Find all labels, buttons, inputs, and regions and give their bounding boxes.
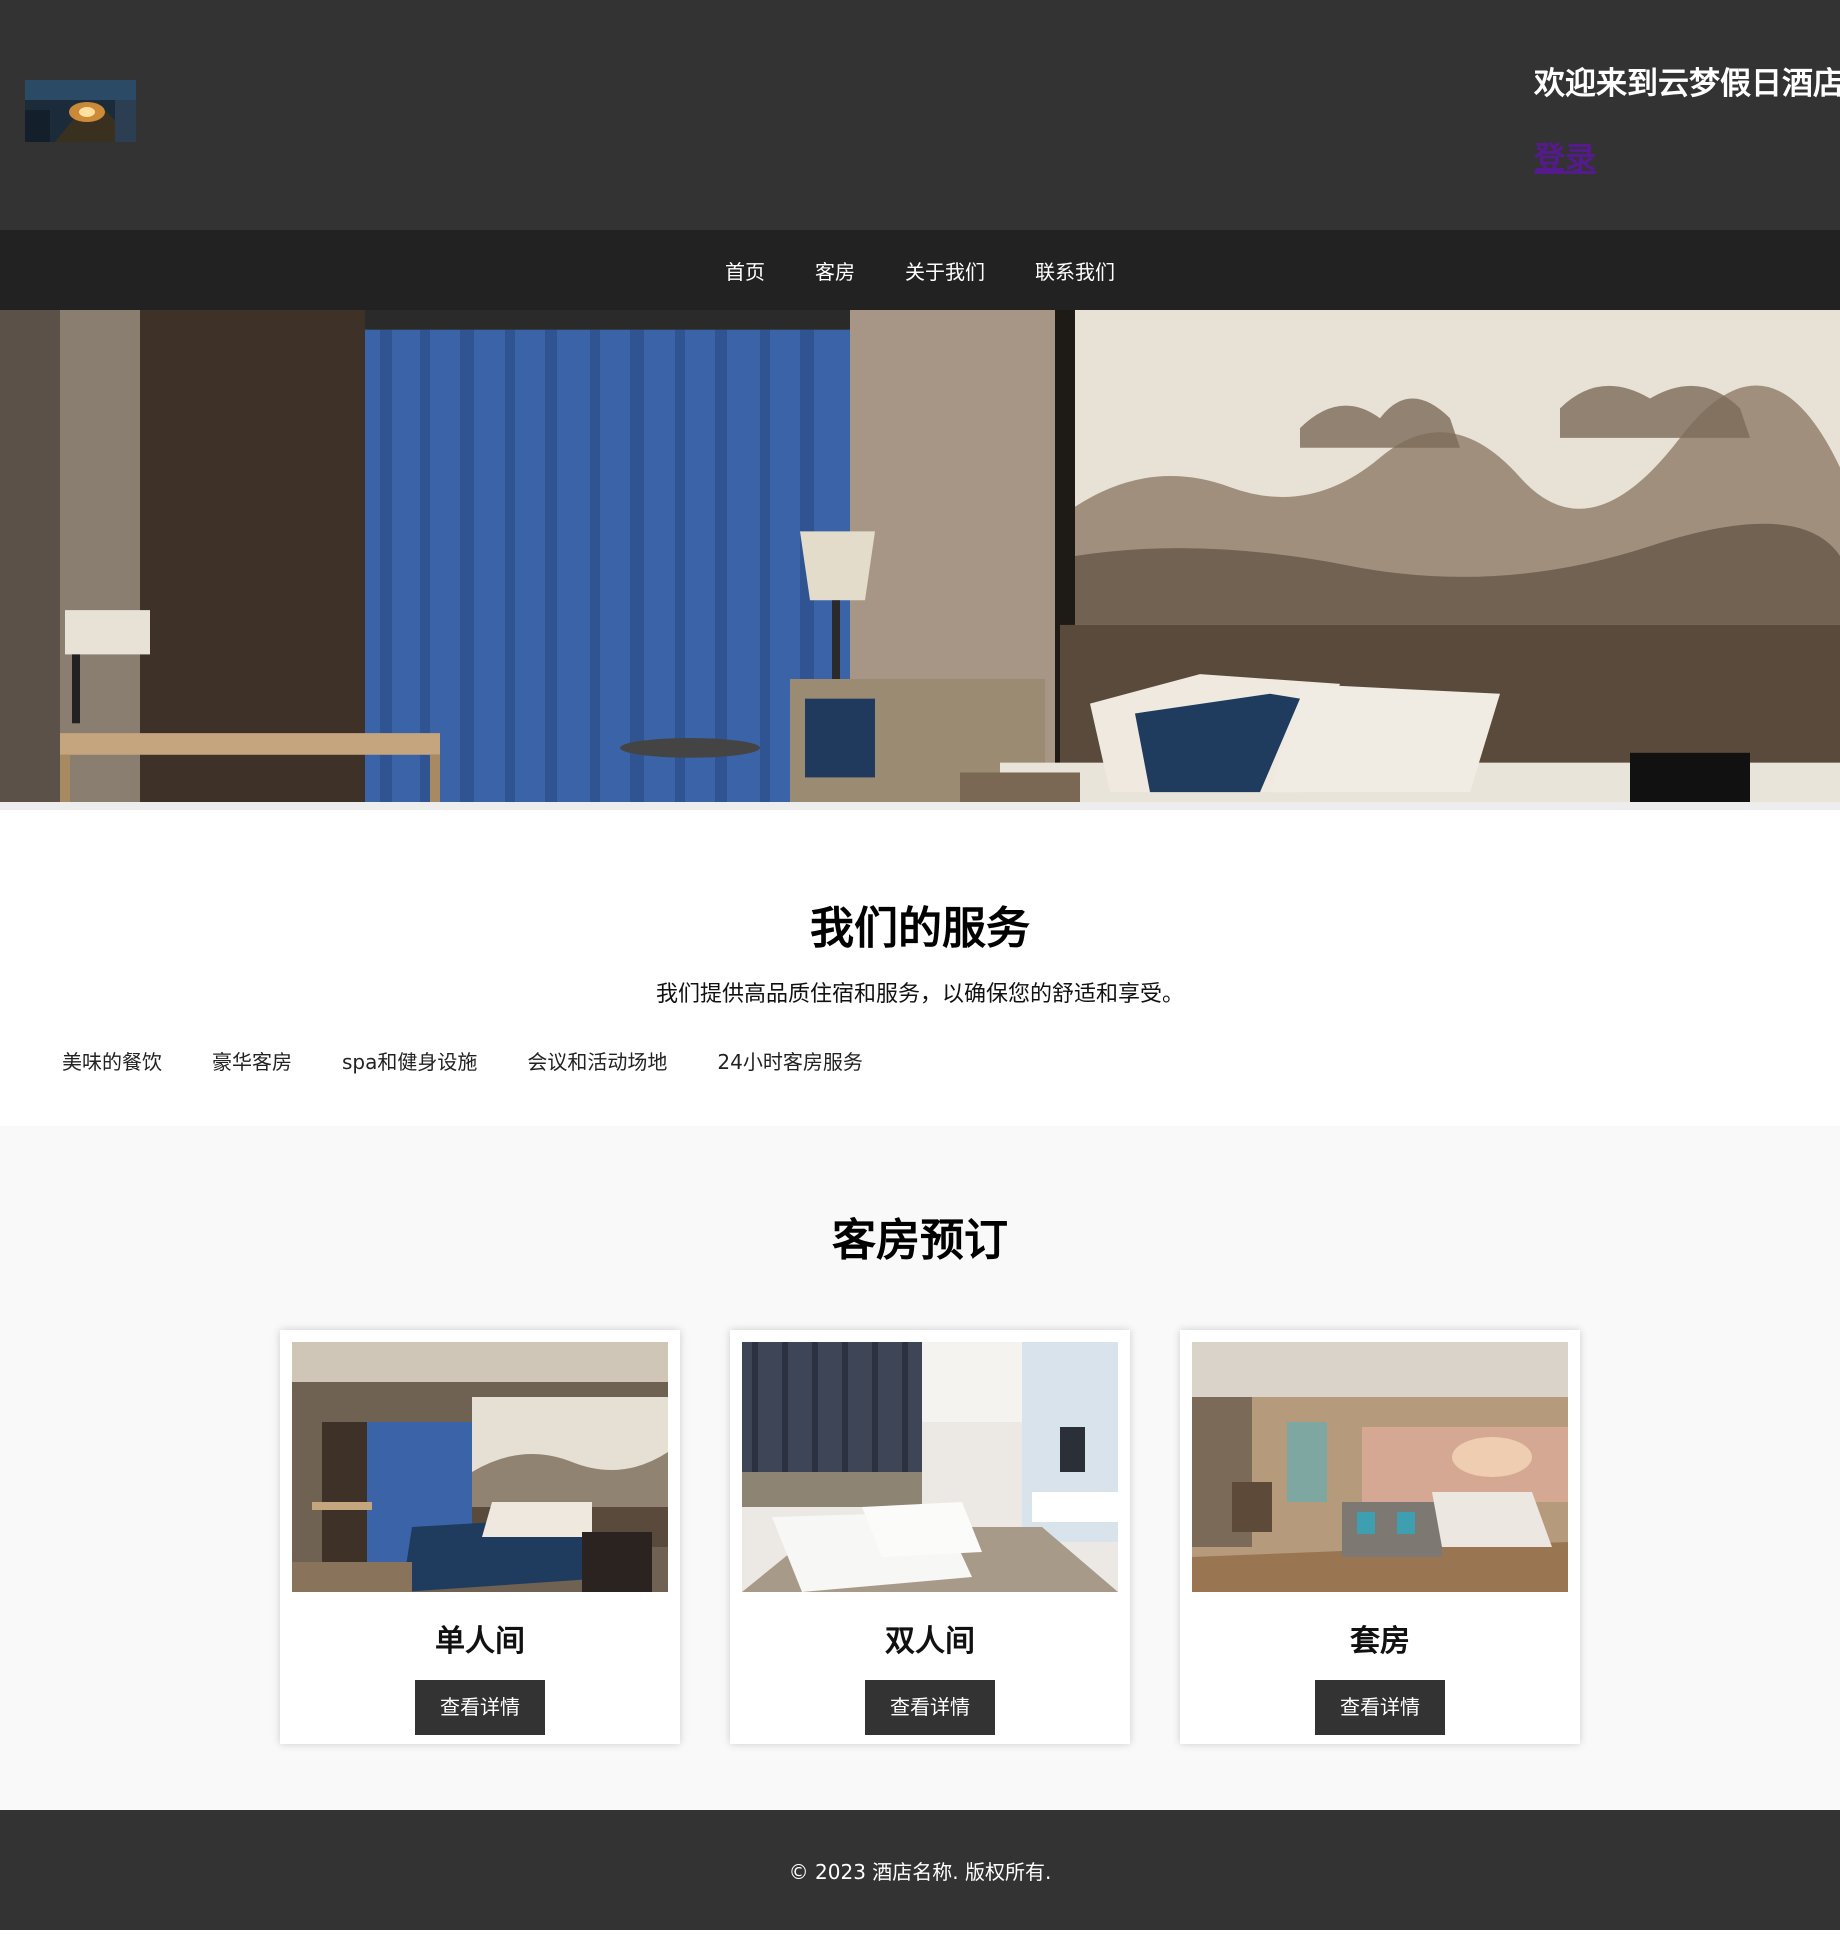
room-card-single: 单人间 查看详情 bbox=[280, 1330, 680, 1744]
rooms-title: 客房预订 bbox=[832, 1215, 1008, 1266]
room-name: 套房 bbox=[1350, 1624, 1410, 1659]
room-card-suite: 套房 查看详情 bbox=[1180, 1330, 1580, 1744]
copyright-text: © 2023 酒店名称. 版权所有. bbox=[788, 1859, 1052, 1884]
services-section: 我们的服务 我们提供高品质住宿和服务，以确保您的舒适和享受。 美味的餐饮 豪华客… bbox=[0, 810, 1840, 1126]
main-nav: 首页 客房 关于我们 联系我们 bbox=[0, 230, 1840, 310]
hero-image bbox=[0, 310, 1840, 802]
room-name: 双人间 bbox=[885, 1624, 975, 1659]
login-link[interactable]: 登录 bbox=[1534, 133, 1596, 178]
nav-item-about[interactable]: 关于我们 bbox=[905, 256, 985, 285]
nav-item-home[interactable]: 首页 bbox=[725, 256, 765, 285]
view-details-button[interactable]: 查看详情 bbox=[415, 1680, 545, 1735]
view-details-button[interactable]: 查看详情 bbox=[865, 1680, 995, 1735]
service-item: 会议和活动场地 bbox=[527, 1050, 668, 1074]
service-item: spa和健身设施 bbox=[342, 1050, 478, 1074]
rooms-section: 客房预订 单人间 查看详情 双人间 查看详情 套房 查看详情 bbox=[0, 1126, 1840, 1810]
view-details-button[interactable]: 查看详情 bbox=[1315, 1680, 1445, 1735]
service-item: 美味的餐饮 bbox=[62, 1050, 162, 1074]
site-header: 欢迎来到云梦假日酒店 登录 bbox=[0, 0, 1840, 230]
site-footer: © 2023 酒店名称. 版权所有. bbox=[0, 1810, 1840, 1930]
services-list: 美味的餐饮 豪华客房 spa和健身设施 会议和活动场地 24小时客房服务 bbox=[62, 1046, 863, 1075]
logo-image[interactable] bbox=[25, 80, 136, 142]
room-name: 单人间 bbox=[435, 1624, 525, 1659]
hero-banner bbox=[0, 310, 1840, 810]
service-item: 豪华客房 bbox=[212, 1050, 292, 1074]
services-title: 我们的服务 bbox=[810, 903, 1030, 954]
service-item: 24小时客房服务 bbox=[717, 1050, 863, 1074]
room-image-double bbox=[742, 1342, 1118, 1592]
room-grid: 单人间 查看详情 双人间 查看详情 套房 查看详情 bbox=[280, 1330, 1580, 1744]
nav-item-contact[interactable]: 联系我们 bbox=[1035, 256, 1115, 285]
services-description: 我们提供高品质住宿和服务，以确保您的舒适和享受。 bbox=[655, 982, 1184, 1007]
welcome-title: 欢迎来到云梦假日酒店 bbox=[1534, 66, 1840, 102]
room-image-single bbox=[292, 1342, 668, 1592]
nav-item-rooms[interactable]: 客房 bbox=[815, 256, 855, 285]
room-card-double: 双人间 查看详情 bbox=[730, 1330, 1130, 1744]
room-image-suite bbox=[1192, 1342, 1568, 1592]
